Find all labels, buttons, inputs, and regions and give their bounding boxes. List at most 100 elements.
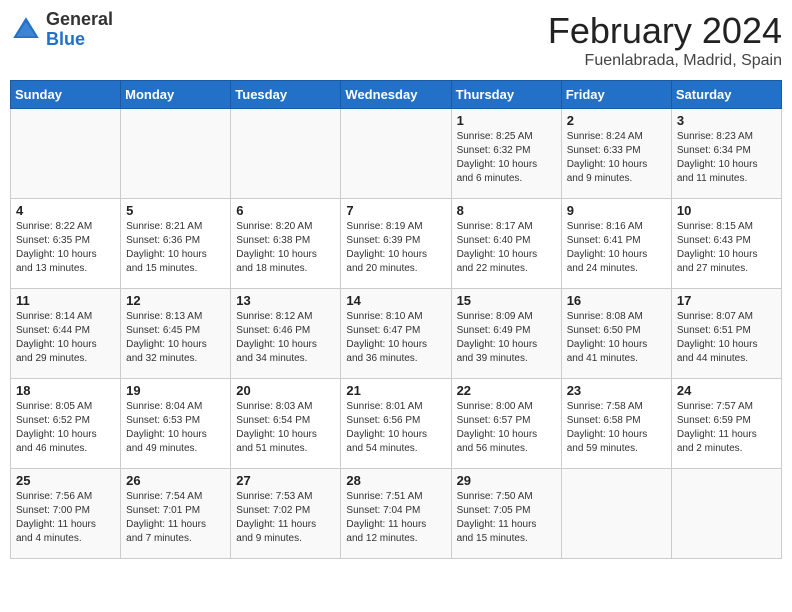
calendar-cell: 4 Sunrise: 8:22 AM Sunset: 6:35 PM Daylig… <box>11 199 121 289</box>
day-number: 21 <box>346 383 445 398</box>
day-info: Sunrise: 8:10 AM Sunset: 6:47 PM Dayligh… <box>346 310 445 366</box>
calendar-cell <box>231 109 341 199</box>
calendar-cell: 21Sunrise: 8:01 AM Sunset: 6:56 PM Dayli… <box>341 379 451 469</box>
header-row: SundayMondayTuesdayWednesdayThursdayFrid… <box>11 81 782 109</box>
day-number: 18 <box>16 383 115 398</box>
day-number: 5 <box>126 203 225 218</box>
calendar-cell: 3 Sunrise: 8:23 AM Sunset: 6:34 PM Daylig… <box>671 109 781 199</box>
day-info: Sunrise: 8:13 AM Sunset: 6:45 PM Dayligh… <box>126 310 225 366</box>
day-number: 25 <box>16 473 115 488</box>
day-number: 10 <box>677 203 776 218</box>
header-day-monday: Monday <box>121 81 231 109</box>
day-info: Sunrise: 8:05 AM Sunset: 6:52 PM Dayligh… <box>16 400 115 456</box>
day-info: Sunrise: 7:56 AM Sunset: 7:00 PM Dayligh… <box>16 490 115 546</box>
day-number: 27 <box>236 473 335 488</box>
calendar-cell: 27 Sunrise: 7:53 AM Sunset: 7:02 PM Dayli… <box>231 469 341 559</box>
day-info: Sunrise: 8:12 AM Sunset: 6:46 PM Dayligh… <box>236 310 335 366</box>
calendar-cell: 2 Sunrise: 8:24 AM Sunset: 6:33 PM Daylig… <box>561 109 671 199</box>
calendar-cell: 17 Sunrise: 8:07 AM Sunset: 6:51 PM Dayli… <box>671 289 781 379</box>
day-info: Sunrise: 8:00 AM Sunset: 6:57 PM Dayligh… <box>457 400 556 456</box>
calendar-cell <box>561 469 671 559</box>
logo-icon <box>10 14 42 46</box>
calendar-cell: 1 Sunrise: 8:25 AM Sunset: 6:32 PM Daylig… <box>451 109 561 199</box>
header-day-friday: Friday <box>561 81 671 109</box>
day-number: 20 <box>236 383 335 398</box>
day-number: 29 <box>457 473 556 488</box>
day-info: Sunrise: 7:57 AM Sunset: 6:59 PM Dayligh… <box>677 400 776 456</box>
calendar-cell: 25 Sunrise: 7:56 AM Sunset: 7:00 PM Dayli… <box>11 469 121 559</box>
calendar-cell: 24Sunrise: 7:57 AM Sunset: 6:59 PM Dayli… <box>671 379 781 469</box>
day-info: Sunrise: 7:58 AM Sunset: 6:58 PM Dayligh… <box>567 400 666 456</box>
header-day-saturday: Saturday <box>671 81 781 109</box>
calendar-cell: 10 Sunrise: 8:15 AM Sunset: 6:43 PM Dayli… <box>671 199 781 289</box>
day-number: 4 <box>16 203 115 218</box>
calendar-cell: 22 Sunrise: 8:00 AM Sunset: 6:57 PM Dayli… <box>451 379 561 469</box>
calendar-cell: 7 Sunrise: 8:19 AM Sunset: 6:39 PM Daylig… <box>341 199 451 289</box>
calendar-cell <box>671 469 781 559</box>
day-info: Sunrise: 8:08 AM Sunset: 6:50 PM Dayligh… <box>567 310 666 366</box>
day-info: Sunrise: 7:50 AM Sunset: 7:05 PM Dayligh… <box>457 490 556 546</box>
calendar-cell: 26Sunrise: 7:54 AM Sunset: 7:01 PM Dayli… <box>121 469 231 559</box>
day-info: Sunrise: 8:20 AM Sunset: 6:38 PM Dayligh… <box>236 220 335 276</box>
calendar-cell: 11 Sunrise: 8:14 AM Sunset: 6:44 PM Dayli… <box>11 289 121 379</box>
calendar-cell: 16 Sunrise: 8:08 AM Sunset: 6:50 PM Dayli… <box>561 289 671 379</box>
week-row-1: 4 Sunrise: 8:22 AM Sunset: 6:35 PM Daylig… <box>11 199 782 289</box>
calendar-cell: 20 Sunrise: 8:03 AM Sunset: 6:54 PM Dayli… <box>231 379 341 469</box>
calendar-cell: 14 Sunrise: 8:10 AM Sunset: 6:47 PM Dayli… <box>341 289 451 379</box>
day-info: Sunrise: 8:09 AM Sunset: 6:49 PM Dayligh… <box>457 310 556 366</box>
day-number: 11 <box>16 293 115 308</box>
day-number: 12 <box>126 293 225 308</box>
day-number: 14 <box>346 293 445 308</box>
logo-general-text: General <box>46 9 113 29</box>
calendar-cell: 5Sunrise: 8:21 AM Sunset: 6:36 PM Daylig… <box>121 199 231 289</box>
day-number: 19 <box>126 383 225 398</box>
calendar-cell <box>341 109 451 199</box>
day-info: Sunrise: 7:53 AM Sunset: 7:02 PM Dayligh… <box>236 490 335 546</box>
day-number: 17 <box>677 293 776 308</box>
day-number: 16 <box>567 293 666 308</box>
calendar-cell: 13Sunrise: 8:12 AM Sunset: 6:46 PM Dayli… <box>231 289 341 379</box>
calendar-cell: 8 Sunrise: 8:17 AM Sunset: 6:40 PM Daylig… <box>451 199 561 289</box>
title-section: February 2024 Fuenlabrada, Madrid, Spain <box>548 10 782 70</box>
calendar-cell: 23 Sunrise: 7:58 AM Sunset: 6:58 PM Dayli… <box>561 379 671 469</box>
week-row-3: 18 Sunrise: 8:05 AM Sunset: 6:52 PM Dayli… <box>11 379 782 469</box>
logo: General Blue <box>10 10 113 50</box>
week-row-0: 1 Sunrise: 8:25 AM Sunset: 6:32 PM Daylig… <box>11 109 782 199</box>
day-info: Sunrise: 8:25 AM Sunset: 6:32 PM Dayligh… <box>457 130 556 186</box>
calendar-cell: 19 Sunrise: 8:04 AM Sunset: 6:53 PM Dayli… <box>121 379 231 469</box>
day-number: 23 <box>567 383 666 398</box>
day-info: Sunrise: 8:15 AM Sunset: 6:43 PM Dayligh… <box>677 220 776 276</box>
day-number: 8 <box>457 203 556 218</box>
day-number: 2 <box>567 113 666 128</box>
calendar-cell: 12 Sunrise: 8:13 AM Sunset: 6:45 PM Dayli… <box>121 289 231 379</box>
header-day-thursday: Thursday <box>451 81 561 109</box>
calendar-header: SundayMondayTuesdayWednesdayThursdayFrid… <box>11 81 782 109</box>
day-number: 1 <box>457 113 556 128</box>
day-number: 7 <box>346 203 445 218</box>
day-number: 22 <box>457 383 556 398</box>
day-info: Sunrise: 8:03 AM Sunset: 6:54 PM Dayligh… <box>236 400 335 456</box>
day-info: Sunrise: 8:23 AM Sunset: 6:34 PM Dayligh… <box>677 130 776 186</box>
day-info: Sunrise: 8:17 AM Sunset: 6:40 PM Dayligh… <box>457 220 556 276</box>
day-info: Sunrise: 8:16 AM Sunset: 6:41 PM Dayligh… <box>567 220 666 276</box>
calendar-cell: 15 Sunrise: 8:09 AM Sunset: 6:49 PM Dayli… <box>451 289 561 379</box>
day-number: 6 <box>236 203 335 218</box>
day-info: Sunrise: 8:22 AM Sunset: 6:35 PM Dayligh… <box>16 220 115 276</box>
day-info: Sunrise: 7:51 AM Sunset: 7:04 PM Dayligh… <box>346 490 445 546</box>
day-info: Sunrise: 8:07 AM Sunset: 6:51 PM Dayligh… <box>677 310 776 366</box>
day-info: Sunrise: 8:04 AM Sunset: 6:53 PM Dayligh… <box>126 400 225 456</box>
day-number: 9 <box>567 203 666 218</box>
day-info: Sunrise: 8:24 AM Sunset: 6:33 PM Dayligh… <box>567 130 666 186</box>
calendar-cell: 9 Sunrise: 8:16 AM Sunset: 6:41 PM Daylig… <box>561 199 671 289</box>
day-number: 3 <box>677 113 776 128</box>
day-info: Sunrise: 8:14 AM Sunset: 6:44 PM Dayligh… <box>16 310 115 366</box>
calendar-title: February 2024 <box>548 10 782 52</box>
day-number: 15 <box>457 293 556 308</box>
header-day-sunday: Sunday <box>11 81 121 109</box>
calendar-body: 1 Sunrise: 8:25 AM Sunset: 6:32 PM Daylig… <box>11 109 782 559</box>
day-info: Sunrise: 8:19 AM Sunset: 6:39 PM Dayligh… <box>346 220 445 276</box>
week-row-2: 11 Sunrise: 8:14 AM Sunset: 6:44 PM Dayli… <box>11 289 782 379</box>
calendar-cell: 29 Sunrise: 7:50 AM Sunset: 7:05 PM Dayli… <box>451 469 561 559</box>
calendar-subtitle: Fuenlabrada, Madrid, Spain <box>548 52 782 70</box>
header-day-tuesday: Tuesday <box>231 81 341 109</box>
